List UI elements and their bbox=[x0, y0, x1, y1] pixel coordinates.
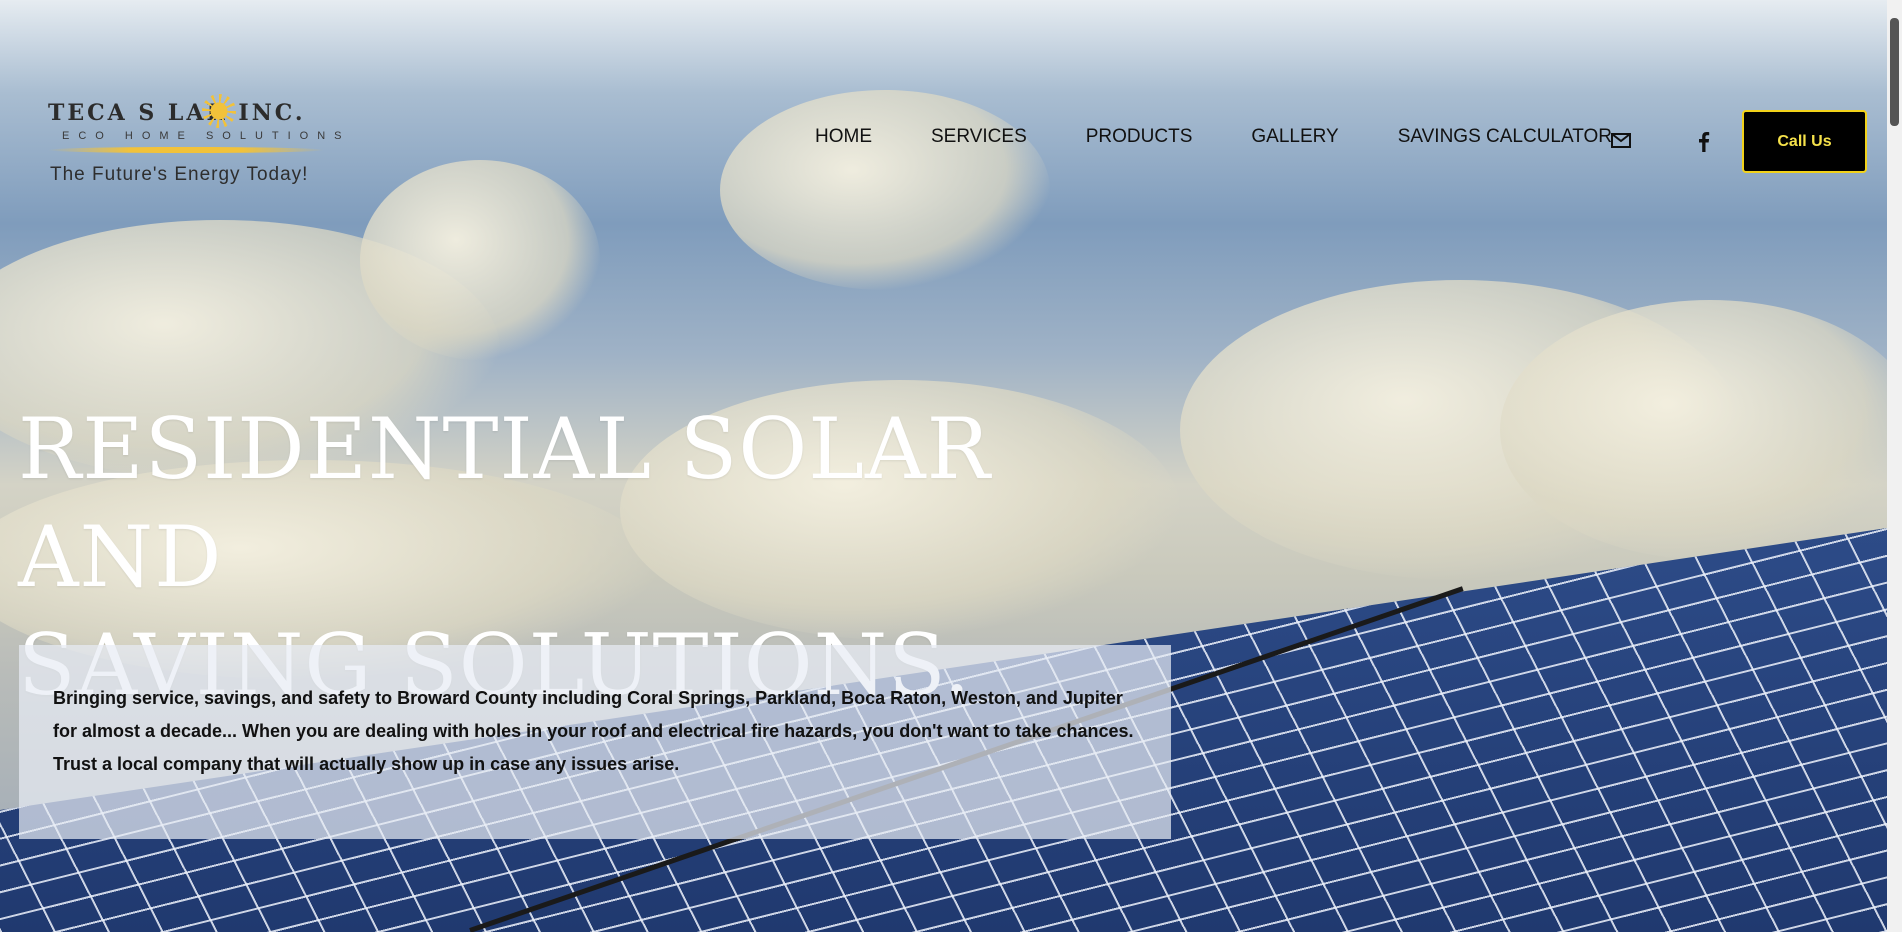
scrollbar[interactable] bbox=[1887, 0, 1902, 932]
nav-services[interactable]: SERVICES bbox=[931, 126, 1027, 148]
nav-gallery[interactable]: GALLERY bbox=[1251, 126, 1338, 148]
call-us-button[interactable]: Call Us bbox=[1742, 110, 1867, 173]
scrollbar-thumb[interactable] bbox=[1890, 18, 1899, 126]
nav-savings-calculator[interactable]: SAVINGS CALCULATOR bbox=[1398, 126, 1612, 148]
logo-subtitle: ECO HOME SOLUTIONS bbox=[62, 130, 351, 142]
intro-text: Bringing service, savings, and safety to… bbox=[53, 688, 1134, 774]
facebook-icon[interactable] bbox=[1694, 130, 1714, 152]
hero-headline-line1: RESIDENTIAL SOLAR AND bbox=[18, 400, 991, 606]
logo-swoosh bbox=[48, 147, 324, 153]
main-nav: HOME SERVICES PRODUCTS GALLERY SAVINGS C… bbox=[815, 126, 1642, 148]
intro-box: Bringing service, savings, and safety to… bbox=[19, 645, 1171, 839]
logo-name: TECA S LAR INC. bbox=[48, 100, 306, 126]
mail-icon[interactable] bbox=[1611, 133, 1631, 148]
logo[interactable]: TECA S LAR INC. ECO HOME SOLUTIONS The F… bbox=[48, 92, 342, 192]
nav-products[interactable]: PRODUCTS bbox=[1086, 126, 1193, 148]
sun-icon bbox=[202, 94, 236, 128]
site-header: TECA S LAR INC. ECO HOME SOLUTIONS The F… bbox=[0, 0, 1887, 280]
nav-home[interactable]: HOME bbox=[815, 126, 872, 148]
logo-tagline: The Future's Energy Today! bbox=[50, 164, 309, 185]
